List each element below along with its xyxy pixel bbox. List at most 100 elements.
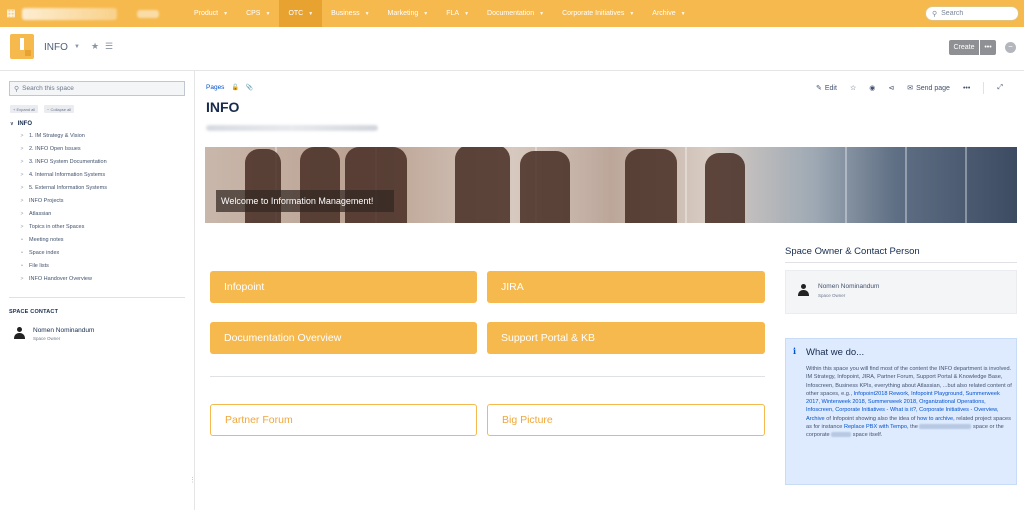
- tile-big-picture[interactable]: Big Picture: [487, 404, 765, 436]
- breadcrumb-pages-link[interactable]: Pages: [206, 84, 224, 91]
- sidebar-resize-handle[interactable]: ⋮: [189, 476, 196, 484]
- banner-caption: Welcome to Information Management!: [216, 190, 394, 212]
- tree-item[interactable]: • File lists: [10, 259, 190, 272]
- chevron-down-icon: ▼: [629, 10, 635, 17]
- chevron-right-icon[interactable]: >: [19, 211, 25, 217]
- menu-item-documentation[interactable]: Documentation ▼: [478, 0, 553, 27]
- how-to-archive-link[interactable]: how to archive,: [917, 416, 955, 422]
- global-search[interactable]: ⚲: [925, 6, 1019, 21]
- owner-section-title: Space Owner & Contact Person: [785, 246, 920, 257]
- chevron-right-icon[interactable]: >: [19, 159, 25, 165]
- bullet-icon: •: [21, 249, 23, 256]
- tree-item[interactable]: • Meeting notes: [10, 233, 190, 246]
- chevron-right-icon[interactable]: >: [19, 224, 25, 230]
- avatar[interactable]: [798, 284, 809, 296]
- menu-item-business[interactable]: Business ▼: [322, 0, 378, 27]
- chevron-right-icon[interactable]: >: [19, 198, 25, 204]
- tile-documentation-overview[interactable]: Documentation Overview: [210, 322, 477, 354]
- menu-item-fla[interactable]: FLA ▼: [437, 0, 478, 27]
- contact-role: Space Owner: [33, 336, 61, 341]
- expand-all-button[interactable]: + Expand all: [10, 105, 39, 113]
- edit-button[interactable]: ✎ Edit: [816, 84, 837, 93]
- lock-icon[interactable]: 🔓: [231, 84, 238, 91]
- tree-item[interactable]: > Atlassian: [10, 207, 190, 220]
- menu-item-otc[interactable]: OTC ▼: [279, 0, 323, 27]
- space-contact-title: SPACE CONTACT: [9, 309, 59, 315]
- chevron-right-icon[interactable]: >: [19, 133, 25, 139]
- global-search-input[interactable]: [941, 10, 1012, 17]
- watch-button[interactable]: ◉: [869, 84, 875, 92]
- star-button[interactable]: ☆: [850, 84, 856, 92]
- tree-item[interactable]: >1. IM Strategy & Vision: [10, 129, 190, 142]
- info-panel: i What we do... Within this space you wi…: [785, 338, 1017, 485]
- owner-name[interactable]: Nomen Nominandum: [818, 283, 879, 290]
- chevron-right-icon[interactable]: >: [19, 172, 25, 178]
- tree-root[interactable]: ∨ INFO: [10, 118, 190, 129]
- chevron-down-icon: ▼: [539, 10, 545, 17]
- send-page-button[interactable]: ✉ Send page: [907, 84, 950, 93]
- menu-item-cps[interactable]: CPS ▼: [237, 0, 279, 27]
- menu-item-archive[interactable]: Archive ▼: [643, 0, 694, 27]
- tile-jira[interactable]: JIRA: [487, 271, 765, 303]
- chevron-down-icon: ▼: [223, 10, 229, 17]
- space-search-input[interactable]: [22, 85, 173, 92]
- redacted-space-link[interactable]: [919, 424, 972, 430]
- owner-section-divider: [785, 262, 1017, 263]
- star-icon[interactable]: ★: [91, 41, 99, 52]
- avatar[interactable]: [14, 327, 25, 339]
- space-name[interactable]: INFO: [44, 42, 68, 53]
- bullet-icon: •: [21, 262, 23, 269]
- tree-item[interactable]: • Space index: [10, 246, 190, 259]
- tree-item[interactable]: > Topics in other Spaces: [10, 220, 190, 233]
- contact-name[interactable]: Nomen Nominandum: [33, 327, 94, 334]
- share-button[interactable]: ⊲: [888, 84, 894, 92]
- tree-item[interactable]: > INFO Handover Overview: [10, 272, 190, 285]
- replace-pbx-link[interactable]: Replace PBX with Tempo,: [844, 424, 909, 430]
- tree-item[interactable]: > INFO Projects: [10, 194, 190, 207]
- create-button[interactable]: Create: [949, 40, 979, 55]
- tile-infopoint[interactable]: Infopoint: [210, 271, 477, 303]
- envelope-icon: ✉: [907, 85, 914, 92]
- eye-icon: ◉: [869, 85, 876, 92]
- info-panel-body: Within this space you will find most of …: [806, 366, 1012, 439]
- chevron-right-icon[interactable]: >: [19, 276, 25, 282]
- tile-support-portal[interactable]: Support Portal & KB: [487, 322, 765, 354]
- chevron-down-icon[interactable]: ∨: [10, 121, 14, 127]
- more-actions-button[interactable]: •••: [963, 85, 970, 92]
- bullet-icon: •: [21, 236, 23, 243]
- list-icon[interactable]: ☰: [105, 41, 113, 52]
- chevron-right-icon[interactable]: >: [19, 146, 25, 152]
- tile-partner-forum[interactable]: Partner Forum: [210, 404, 477, 436]
- space-search[interactable]: ⚲: [9, 81, 185, 96]
- tree-item[interactable]: >4. Internal Information Systems: [10, 168, 190, 181]
- star-icon: ☆: [849, 85, 857, 92]
- sidebar-divider: [9, 297, 185, 298]
- welcome-banner: Welcome to Information Management!: [205, 147, 1017, 223]
- tree-item[interactable]: >2. INFO Open Issues: [10, 142, 190, 155]
- site-logo[interactable]: [22, 7, 117, 20]
- space-sidebar: ⚲ + Expand all − Collapse all ∨INFO >1. …: [0, 71, 196, 510]
- expand-icon[interactable]: ⤢: [997, 84, 1003, 92]
- chevron-down-icon: ▼: [265, 10, 271, 17]
- share-icon: ⊲: [888, 85, 895, 92]
- page-metadata-redacted: [206, 125, 378, 131]
- tree-item[interactable]: >5. External Information Systems: [10, 181, 190, 194]
- collapse-all-button[interactable]: − Collapse all: [44, 105, 75, 113]
- app-switcher-icon[interactable]: ▦: [0, 8, 22, 19]
- redacted-corporate-link[interactable]: [831, 432, 852, 438]
- top-menu: Product ▼ CPS ▼ OTC ▼ Business ▼ Marketing ▼ …: [185, 0, 695, 27]
- chevron-down-icon[interactable]: ▼: [74, 44, 80, 50]
- chevron-down-icon: ▼: [680, 10, 686, 17]
- chevron-right-icon[interactable]: >: [19, 185, 25, 191]
- tree-item[interactable]: >3. INFO System Documentation: [10, 155, 190, 168]
- create-more-button[interactable]: •••: [980, 40, 996, 55]
- space-logo[interactable]: [10, 34, 34, 59]
- space-contact[interactable]: Nomen Nominandum Space Owner: [14, 327, 94, 341]
- menu-item-corporate-initiatives[interactable]: Corporate Initiatives ▼: [553, 0, 643, 27]
- chevron-down-icon: ▼: [308, 10, 314, 17]
- menu-item-product[interactable]: Product ▼: [185, 0, 237, 27]
- collapse-icon[interactable]: −: [1005, 42, 1016, 53]
- menu-item-marketing[interactable]: Marketing ▼: [379, 0, 438, 27]
- search-icon: ⚲: [932, 10, 938, 18]
- attachment-icon[interactable]: 📎: [246, 84, 253, 91]
